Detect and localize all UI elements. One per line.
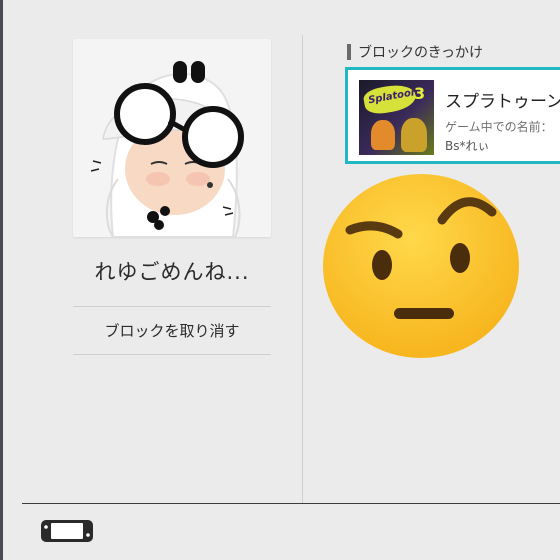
block-reason-heading: ブロックのきっかけ [358,45,484,61]
unblock-button[interactable]: ブロックを取り消す [73,307,271,354]
section-heading: ブロックのきっかけ [347,43,483,61]
thumbnail-number: 3 [414,84,426,103]
block-reason-game-card[interactable]: Splatoon 3 スプラトゥーン ゲーム中での名前： Bs*れぃ [345,67,560,164]
thumbnail-character [401,118,427,152]
game-thumbnail: Splatoon 3 [359,80,434,155]
switch-console-icon [40,519,94,543]
heading-bar [347,44,351,60]
frame-edge [0,0,3,560]
footer-divider [22,503,560,504]
username: れゆごめんね... [94,260,250,284]
user-avatar [73,39,271,237]
divider [73,354,271,355]
game-title: スプラトゥーン [445,92,560,112]
thumbnail-character [371,120,395,150]
raised-eyebrow-face-icon [320,170,522,360]
in-game-name: Bs*れぃ [445,139,490,153]
column-divider [302,35,303,503]
in-game-name-label: ゲーム中での名前： [445,120,553,134]
